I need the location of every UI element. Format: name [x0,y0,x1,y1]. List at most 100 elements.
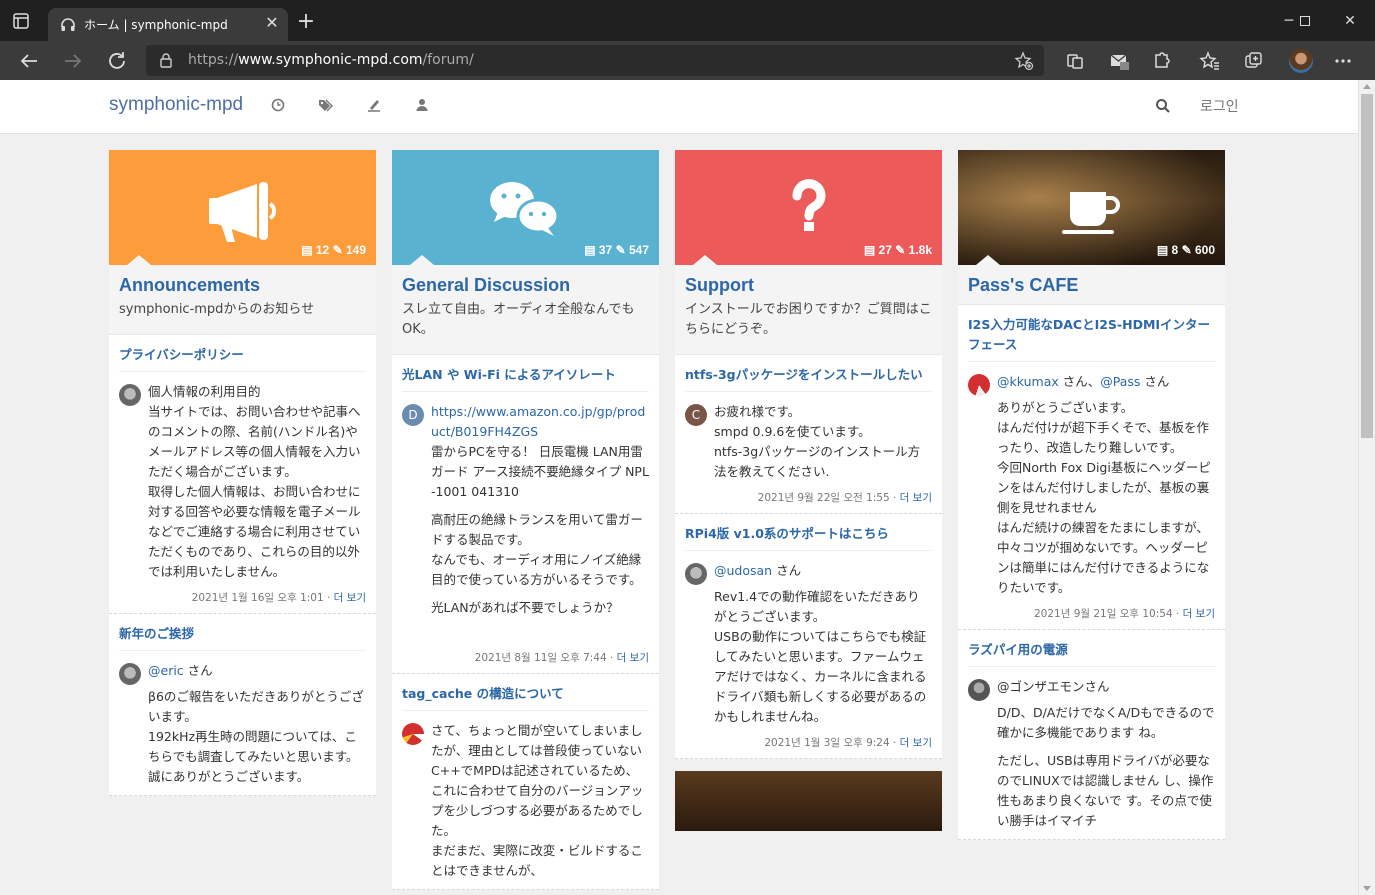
site-brand[interactable]: symphonic-mpd [109,94,243,116]
topic-title[interactable]: 新年のご挨拶 [119,624,366,651]
forum-page: symphonic-mpd 로그인 ▤ 12 ✎ 149 Announcemen… [0,80,1358,895]
category-column: ▤ 12 ✎ 149 Announcements symphonic-mpdから… [109,150,376,796]
search-icon[interactable] [1155,98,1171,114]
scroll-up-icon[interactable] [1363,84,1371,89]
category-title[interactable]: General Discussion [402,275,649,296]
post-body: 個人情報の利用目的 当サイトでは、お問い合わせや記事へのコメントの際、名前(ハン… [148,384,361,579]
cat-avatar[interactable] [119,663,141,685]
headphones-icon [61,18,75,31]
maximize-button[interactable] [1290,8,1320,34]
favorites-icon[interactable] [1199,50,1221,72]
profile-avatar[interactable] [1289,49,1313,73]
category-title[interactable]: Support [685,275,932,296]
category-info: Pass's CAFE [958,265,1225,305]
category-header[interactable]: ▤ 37 ✎ 547 [392,150,659,265]
topic-card: tag_cache の構造について さて、ちょっと間が空いてしまいましたが、理由… [392,674,659,890]
read-more-link[interactable]: 더 보기 [900,492,932,504]
read-more-link[interactable]: 더 보기 [617,652,649,664]
cat-avatar[interactable] [685,563,707,585]
user-mention[interactable]: @eric [148,663,184,678]
read-more-link[interactable]: 더 보기 [334,592,366,604]
tab-close-icon[interactable]: ✕ [262,13,282,33]
gray-avatar[interactable] [968,679,990,701]
spiral-avatar[interactable] [402,723,424,745]
category-header[interactable]: ▤ 12 ✎ 149 [109,150,376,265]
category-stats: ▤ 37 ✎ 547 [584,243,649,257]
collections-icon[interactable] [1243,50,1265,72]
url-text: https://www.symphonic-mpd.com/forum/ [188,52,474,68]
letter-avatar[interactable]: C [685,404,707,426]
topic-title[interactable]: RPi4版 v1.0系のサポートはこちら [685,524,932,551]
clock-icon[interactable] [271,98,285,112]
page-scrollbar[interactable] [1358,80,1375,895]
category-title[interactable]: Pass's CAFE [968,275,1215,296]
header-notch [693,255,717,265]
category-description: スレ立て自由。オーディオ全般なんでもOK。 [402,302,635,337]
cat-avatar[interactable] [119,384,141,406]
new-tab-button[interactable]: + [296,11,316,33]
read-more-link[interactable]: 더 보기 [1183,608,1215,620]
topic-card: I2S入力可能なDACとI2S-HDMIインターフェース @kkumax さん、… [958,305,1225,630]
login-link[interactable]: 로그인 [1200,96,1239,116]
category-header[interactable]: ▤ 8 ✎ 600 [958,150,1225,265]
post-body: https://www.amazon.co.jp/gp/product/B019… [431,404,649,615]
more-menu-icon[interactable] [1332,50,1354,72]
extensions-icon[interactable] [1150,50,1172,72]
category-info: Support インストールでお困りですか？ご質問はこちらにどうぞ。 [675,265,942,355]
category-stats: ▤ 12 ✎ 149 [301,243,366,257]
topic-post: @eric さん β6のご報告をいただきありがとうございます。 192kHz再生… [119,661,366,787]
add-favorite-icon[interactable] [1014,51,1034,71]
topic-card: RPi4版 v1.0系のサポートはこちら @udosan さん Rev1.4での… [675,514,942,759]
tab-actions-icon[interactable] [10,10,32,32]
topic-title[interactable]: ntfs-3gパッケージをインストールしたい [685,365,932,392]
post-body: さて、ちょっと間が空いてしまいましたが、理由としては普段使っていないC++でMP… [431,723,644,878]
back-icon[interactable] [17,49,41,73]
post-meta: 2021년 1월 16일 오후 1:01 · 더 보기 [191,592,366,604]
browser-toolbar: https://www.symphonic-mpd.com/forum/ [0,41,1375,80]
red-avatar[interactable] [968,374,990,396]
user-mention[interactable]: @Pass [1100,374,1140,389]
post-body: @eric さん β6のご報告をいただきありがとうございます。 192kHz再生… [148,663,364,784]
external-link[interactable]: https://www.amazon.co.jp/gp/product/B019… [431,404,645,439]
category-column: ▤ 8 ✎ 600 Pass's CAFE I2S入力可能なDACとI2S-HD… [958,150,1225,840]
user-mention[interactable]: @kkumax [997,374,1059,389]
next-category-image[interactable] [675,771,942,831]
address-bar[interactable]: https://www.symphonic-mpd.com/forum/ [146,45,1044,76]
post-meta: 2021년 9월 21일 오후 10:54 · 더 보기 [1033,608,1215,620]
topic-post: D https://www.amazon.co.jp/gp/product/B0… [402,402,649,642]
category-title[interactable]: Announcements [119,275,366,296]
topic-title[interactable]: tag_cache の構造について [402,684,649,711]
user-icon[interactable] [415,98,429,112]
topic-card: ラズパイ用の電源 @ゴンザエモンさん D/D、D/AだけでなくA/Dもできるので… [958,630,1225,840]
category-column: ▤ 27 ✎ 1.8k Support インストールでお困りですか？ご質問はこち… [675,150,942,831]
pencil-icon[interactable] [367,98,381,112]
header-notch [976,255,1000,265]
lock-icon[interactable] [159,53,173,68]
category-column: ▤ 37 ✎ 547 General Discussion スレ立て自由。オーデ… [392,150,659,890]
category-stats: ▤ 27 ✎ 1.8k [863,243,932,257]
browser-tab[interactable]: ホーム | symphonic-mpd ✕ [48,8,288,41]
read-more-link[interactable]: 더 보기 [900,737,932,749]
letter-avatar[interactable]: D [402,404,424,426]
category-header[interactable]: ▤ 27 ✎ 1.8k [675,150,942,265]
topic-title[interactable]: 光LAN や Wi-Fi によるアイソレート [402,365,649,392]
topic-title[interactable]: ラズパイ用の電源 [968,640,1215,667]
mail-icon[interactable] [1108,50,1130,72]
topic-card: 新年のご挨拶 @eric さん β6のご報告をいただきありがとうございます。 1… [109,614,376,796]
topic-card: ntfs-3gパッケージをインストールしたい C お疲れ様です。 smpd 0.… [675,355,942,514]
scrollbar-thumb[interactable] [1361,94,1373,438]
category-description: symphonic-mpdからのお知らせ [119,302,315,317]
topic-title[interactable]: プライバシーポリシー [119,345,366,372]
extension-shield-icon[interactable] [1064,50,1086,72]
tags-icon[interactable] [318,98,334,112]
topic-title[interactable]: I2S入力可能なDACとI2S-HDMIインターフェース [968,315,1215,362]
forward-icon[interactable] [61,49,85,73]
close-window-button[interactable]: ✕ [1335,8,1365,34]
user-mention[interactable]: @udosan [714,563,772,578]
post-body: お疲れ様です。 smpd 0.9.6を使ています。 ntfs-3gパッケージのイ… [714,404,921,479]
post-body: @kkumax さん、@Pass さん ありがとうございます。 はんだ付けが超下… [997,374,1211,595]
scroll-down-icon[interactable] [1363,886,1371,891]
refresh-icon[interactable] [105,49,129,73]
post-meta: 2021년 9월 22일 오전 1:55 · 더 보기 [757,492,932,504]
topic-card: 光LAN や Wi-Fi によるアイソレート D https://www.ama… [392,355,659,674]
